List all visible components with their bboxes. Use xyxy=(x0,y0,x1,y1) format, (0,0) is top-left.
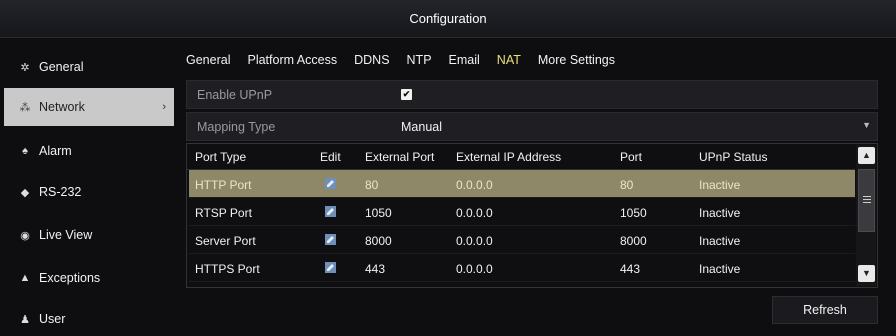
tab-platform-access[interactable]: Platform Access xyxy=(247,53,337,67)
cell-external-port: 80 xyxy=(365,178,379,192)
column-header-port-type: Port Type xyxy=(195,150,247,164)
tab-ntp[interactable]: NTP xyxy=(407,53,432,67)
cell-upnp-status: Inactive xyxy=(699,178,741,192)
upnp-checkbox[interactable]: ✔ xyxy=(401,89,412,100)
cell-upnp-status: Inactive xyxy=(699,234,741,248)
window-title-bar: Configuration xyxy=(0,0,896,38)
upnp-label: Enable UPnP xyxy=(197,87,273,102)
chevron-right-icon: › xyxy=(162,101,166,113)
table-row[interactable]: RTSP Port 1050 0.0.0.0 1050 Inactive xyxy=(189,198,855,226)
port-mapping-table: Port Type Edit External Port External IP… xyxy=(186,143,878,288)
cell-port-type: HTTPS Port xyxy=(195,262,260,276)
chevron-down-icon[interactable]: ▼ xyxy=(862,120,871,130)
cell-port: 1050 xyxy=(620,206,647,220)
window-title: Configuration xyxy=(409,11,487,26)
cell-upnp-status: Inactive xyxy=(699,206,741,220)
cell-port: 443 xyxy=(620,262,641,276)
column-header-external-port: External Port xyxy=(365,150,435,164)
sidebar-item-label: General xyxy=(39,60,84,74)
scroll-down-icon[interactable]: ▼ xyxy=(858,265,875,282)
cell-external-port: 443 xyxy=(365,262,386,276)
cell-external-port: 1050 xyxy=(365,206,392,220)
sidebar-item-label: RS-232 xyxy=(39,185,82,199)
tab-email[interactable]: Email xyxy=(449,53,480,67)
sidebar-item-label: User xyxy=(39,312,66,326)
eye-icon: ◉ xyxy=(20,229,30,242)
user-icon: ♟ xyxy=(20,313,30,326)
table-header: Port Type Edit External Port External IP… xyxy=(187,144,855,170)
rs232-icon: ◆ xyxy=(20,186,30,199)
cell-external-ip: 0.0.0.0 xyxy=(456,234,493,248)
cell-port-type: RTSP Port xyxy=(195,206,252,220)
sidebar: ✲ General ⁂ Network › ♠ Alarm ◆ RS-232 ◉… xyxy=(0,44,176,336)
column-header-external-ip: External IP Address xyxy=(456,150,562,164)
mapping-type-row[interactable]: Mapping Type Manual ▼ xyxy=(186,112,878,141)
sidebar-item-network[interactable]: ⁂ Network › xyxy=(4,88,174,126)
sidebar-item-user[interactable]: ♟ User xyxy=(4,300,174,336)
cell-port-type: Server Port xyxy=(195,234,256,248)
table-row[interactable]: Server Port 8000 0.0.0.0 8000 Inactive xyxy=(189,226,855,254)
sidebar-item-label: Alarm xyxy=(39,144,72,158)
sidebar-item-alarm[interactable]: ♠ Alarm xyxy=(4,132,174,170)
sidebar-item-live-view[interactable]: ◉ Live View xyxy=(4,216,174,254)
mapping-type-select[interactable]: Manual xyxy=(401,120,442,134)
column-header-edit: Edit xyxy=(320,150,341,164)
tab-ddns[interactable]: DDNS xyxy=(354,53,389,67)
sidebar-item-label: Live View xyxy=(39,228,93,242)
sidebar-item-label: Network xyxy=(39,100,85,114)
cell-external-ip: 0.0.0.0 xyxy=(456,206,493,220)
sidebar-item-general[interactable]: ✲ General xyxy=(4,48,174,86)
edit-icon[interactable] xyxy=(325,178,336,189)
cell-external-port: 8000 xyxy=(365,234,392,248)
sidebar-item-exceptions[interactable]: ▲ Exceptions xyxy=(4,259,174,297)
cell-port: 8000 xyxy=(620,234,647,248)
column-header-upnp-status: UPnP Status xyxy=(699,150,768,164)
table-row[interactable]: HTTP Port 80 0.0.0.0 80 Inactive xyxy=(189,170,855,198)
table-scrollbar[interactable]: ▲ ▼ xyxy=(856,145,876,286)
edit-icon[interactable] xyxy=(325,206,336,217)
cell-external-ip: 0.0.0.0 xyxy=(456,178,493,192)
tab-general[interactable]: General xyxy=(186,53,230,67)
cell-external-ip: 0.0.0.0 xyxy=(456,262,493,276)
network-icon: ⁂ xyxy=(19,101,31,114)
edit-icon[interactable] xyxy=(325,262,336,273)
column-header-port: Port xyxy=(620,150,643,164)
scrollbar-thumb[interactable] xyxy=(858,169,875,232)
upnp-row: Enable UPnP ✔ xyxy=(186,80,878,109)
cell-port-type: HTTP Port xyxy=(195,178,252,192)
warning-icon: ▲ xyxy=(19,272,31,284)
sidebar-item-label: Exceptions xyxy=(39,271,101,285)
cell-port: 80 xyxy=(620,178,634,192)
cell-upnp-status: Inactive xyxy=(699,262,741,276)
table-row[interactable]: HTTPS Port 443 0.0.0.0 443 Inactive xyxy=(189,254,855,282)
edit-icon[interactable] xyxy=(325,234,336,245)
refresh-button[interactable]: Refresh xyxy=(772,296,878,324)
gear-icon: ✲ xyxy=(20,61,30,74)
alarm-icon: ♠ xyxy=(22,145,28,157)
tab-more-settings[interactable]: More Settings xyxy=(538,53,615,67)
sidebar-item-rs232[interactable]: ◆ RS-232 xyxy=(4,173,174,211)
scroll-up-icon[interactable]: ▲ xyxy=(858,147,875,164)
tab-nat[interactable]: NAT xyxy=(497,53,521,67)
tab-bar: General Platform Access DDNS NTP Email N… xyxy=(186,50,632,70)
mapping-type-label: Mapping Type xyxy=(197,119,276,134)
